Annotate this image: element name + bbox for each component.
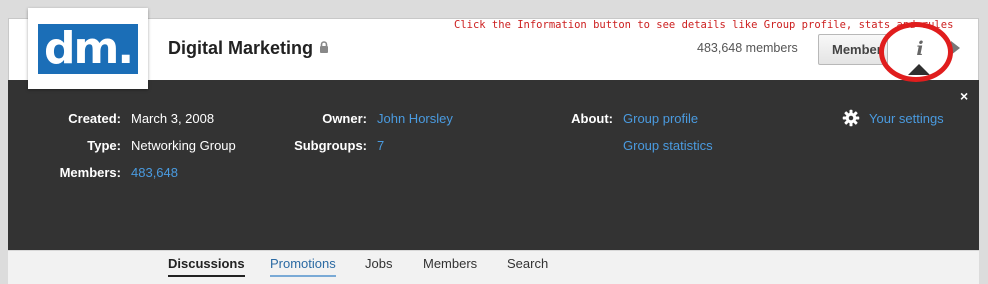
type-label: Type: (87, 138, 121, 153)
tab-search[interactable]: Search (507, 256, 548, 275)
group-statistics-link[interactable]: Group statistics (623, 138, 713, 153)
annotation-text: Click the Information button to see deta… (454, 19, 954, 31)
tab-members[interactable]: Members (423, 256, 477, 275)
group-tab-bar (8, 250, 979, 284)
members-value-link[interactable]: 483,648 (131, 165, 178, 180)
subgroups-label: Subgroups: (294, 138, 367, 153)
gear-icon[interactable] (842, 109, 860, 132)
tab-jobs[interactable]: Jobs (365, 256, 392, 275)
owner-label: Owner: (322, 111, 367, 126)
subgroups-link[interactable]: 7 (377, 138, 384, 153)
tab-discussions[interactable]: Discussions (168, 256, 245, 277)
group-logo-text: dm. (38, 24, 138, 74)
created-label: Created: (68, 111, 121, 126)
group-logo[interactable]: dm. (28, 8, 148, 89)
members-label: Members: (59, 165, 121, 180)
member-button[interactable]: Member (818, 34, 888, 65)
your-settings-link[interactable]: Your settings (869, 111, 944, 126)
about-label: About: (571, 111, 613, 126)
created-value: March 3, 2008 (131, 111, 215, 126)
close-icon[interactable]: × (960, 88, 968, 104)
tab-promotions[interactable]: Promotions (270, 256, 336, 277)
annotation-circle (879, 22, 953, 82)
group-profile-link[interactable]: Group profile (623, 111, 698, 126)
member-count: 483,648 members (697, 41, 798, 55)
group-title: Digital Marketing (168, 38, 329, 60)
type-value: Networking Group (131, 138, 236, 153)
owner-link[interactable]: John Horsley (377, 111, 453, 126)
group-name: Digital Marketing (168, 38, 314, 58)
lock-icon (319, 37, 329, 58)
